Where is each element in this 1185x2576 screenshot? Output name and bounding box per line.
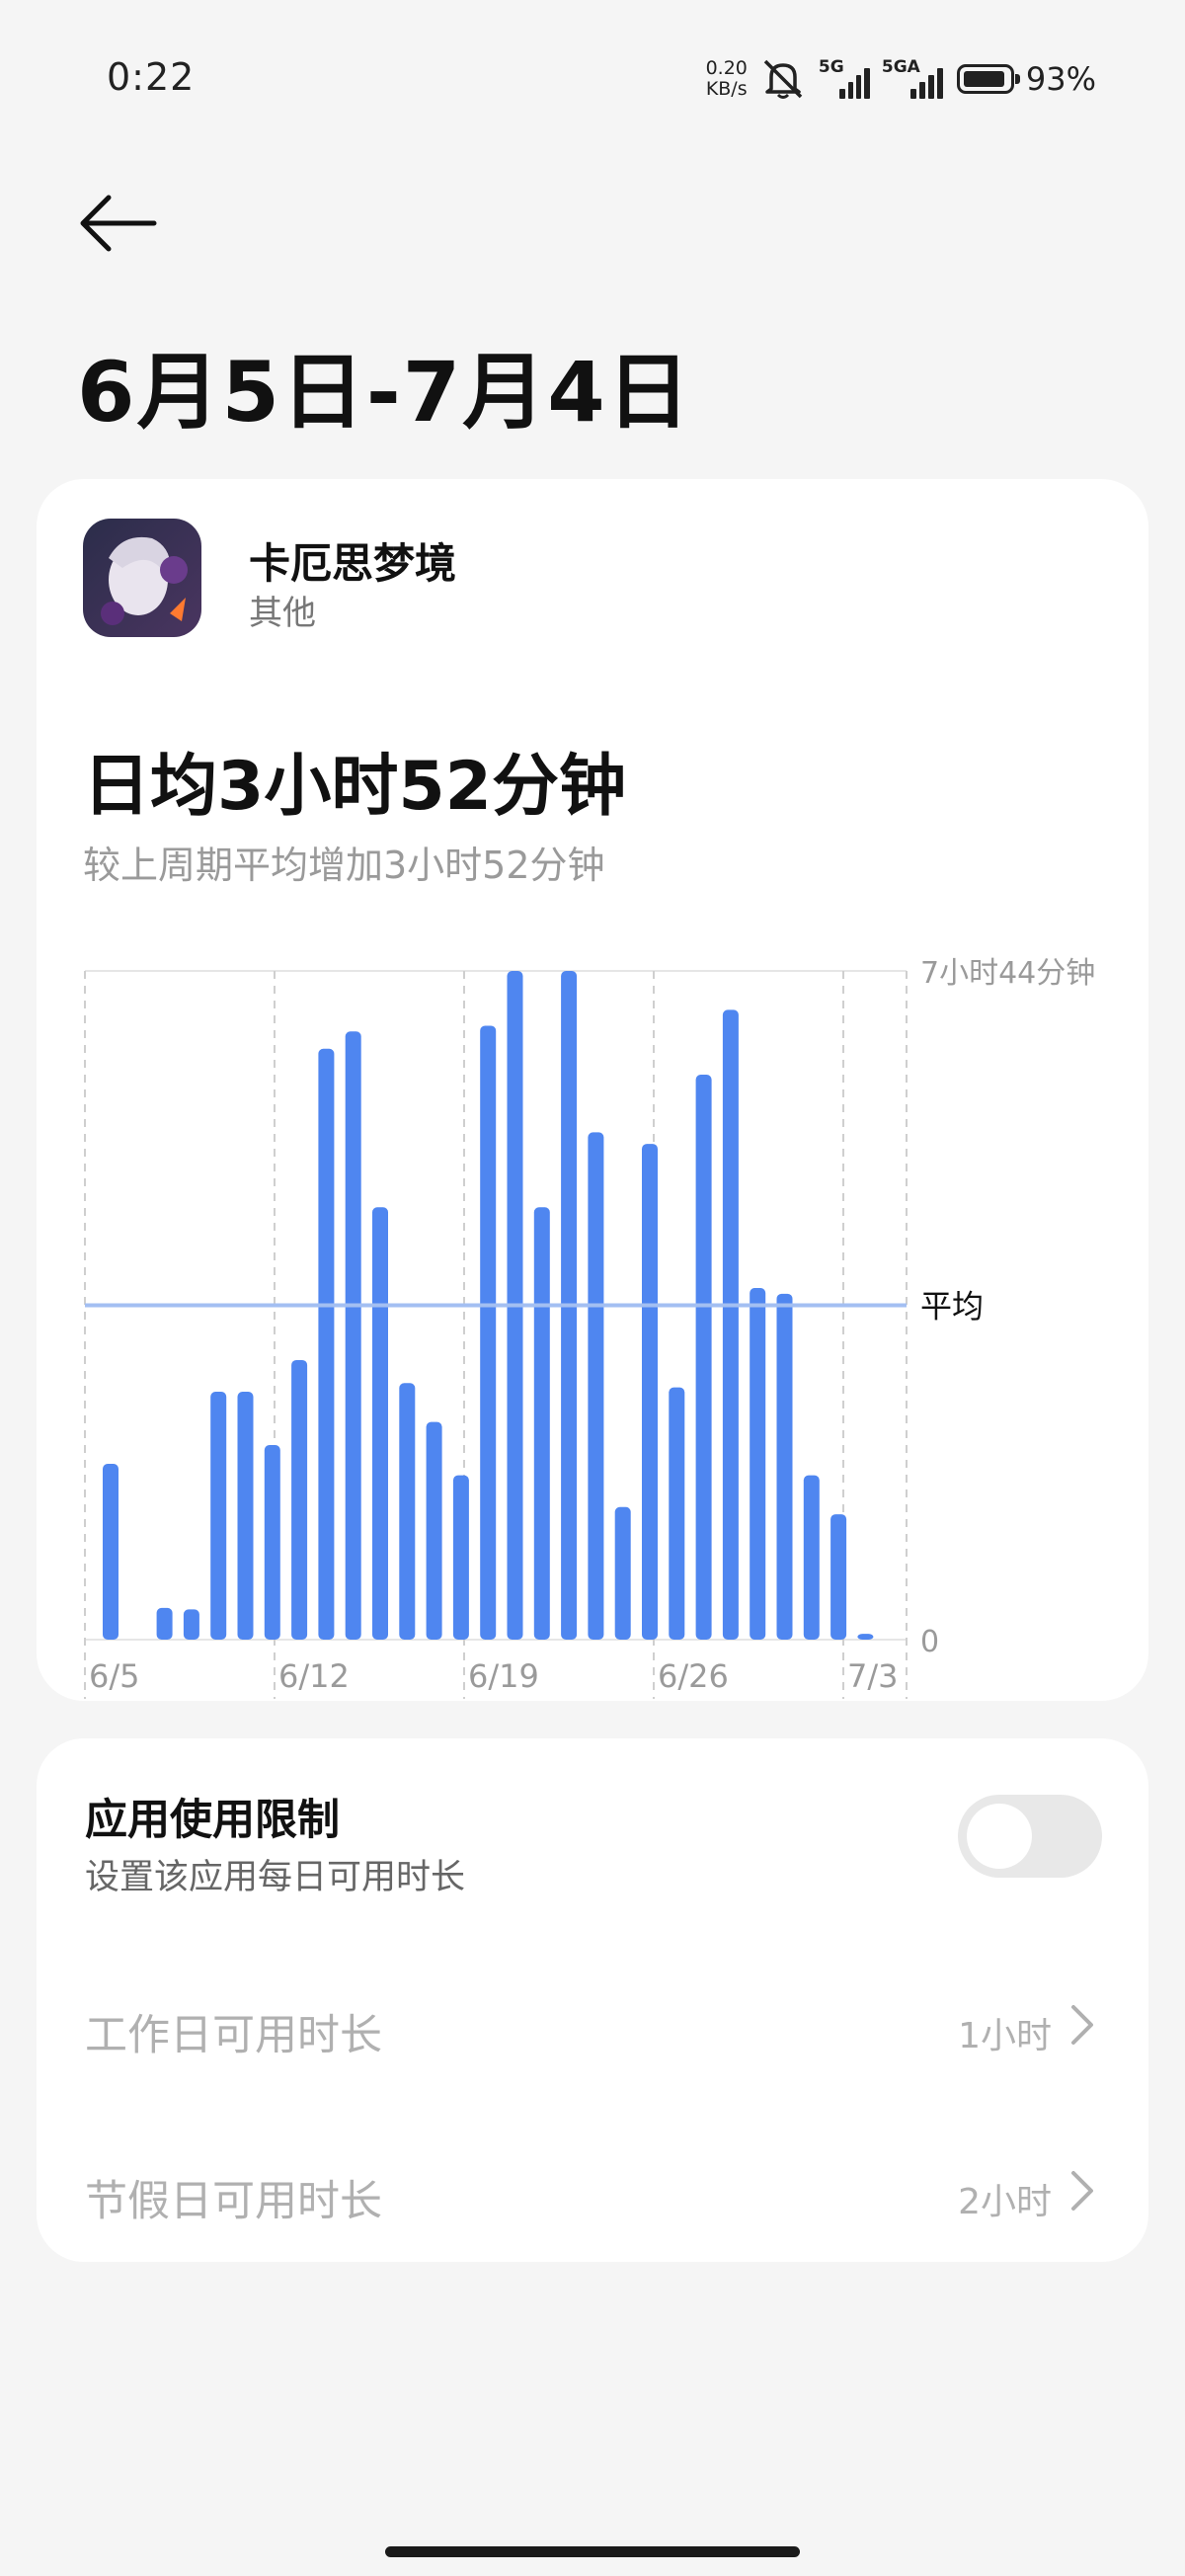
- x-tick-label: 6/19: [468, 1657, 539, 1695]
- status-bar: 0:22 0.20 KB/s 5G 5GA 93%: [0, 0, 1185, 158]
- network-speed-value: 0.20: [705, 57, 748, 79]
- status-icons: 0.20 KB/s 5G 5GA 93%: [706, 51, 1096, 107]
- chart-bar: [480, 1025, 497, 1640]
- chart-bar: [426, 1421, 442, 1640]
- chart-bar: [210, 1392, 227, 1640]
- chart-bar: [695, 1075, 712, 1640]
- workday-limit-value: 1小时: [958, 2016, 1052, 2056]
- battery-fill: [963, 71, 1004, 87]
- chart-bar: [156, 1607, 173, 1640]
- toggle-knob: [967, 1804, 1032, 1869]
- workday-limit-label: 工作日可用时长: [85, 2011, 382, 2060]
- signal-5ga-label: 5GA: [881, 57, 920, 77]
- battery-icon: [956, 64, 1020, 94]
- chart-bar: [857, 1634, 874, 1640]
- usage-card: 卡厄思梦境 其他 日均3小时52分钟 较上周期平均增加3小时52分钟 7小时44…: [37, 479, 1148, 1701]
- signal-5ga-icon: 5GA: [881, 57, 945, 99]
- signal-5g-label: 5G: [818, 57, 844, 77]
- x-tick-label: 6/12: [278, 1657, 350, 1695]
- chart-bar: [642, 1144, 658, 1640]
- chart-bar: [399, 1383, 416, 1640]
- holiday-limit-row[interactable]: 节假日可用时长 2小时: [37, 2132, 1148, 2250]
- chart-bar: [588, 1132, 604, 1640]
- workday-limit-row[interactable]: 工作日可用时长 1小时: [37, 1966, 1148, 2084]
- usage-limit-toggle[interactable]: [958, 1795, 1102, 1878]
- chart-bar: [830, 1514, 847, 1640]
- home-indicator[interactable]: [385, 2546, 800, 2557]
- chart-bar: [103, 1463, 118, 1640]
- chart-bar: [669, 1387, 685, 1640]
- x-tick-label: 6/26: [658, 1657, 729, 1695]
- chart-bar: [614, 1506, 631, 1640]
- chart-bar: [372, 1207, 388, 1640]
- usage-limit-title: 应用使用限制: [85, 1796, 340, 1845]
- signal-5g-icon: 5G: [818, 57, 870, 99]
- page-title: 6月5日-7月4日: [77, 344, 692, 441]
- chart-bar: [291, 1359, 308, 1640]
- holiday-limit-label: 节假日可用时长: [85, 2177, 382, 2226]
- limit-card: 应用使用限制 设置该应用每日可用时长 工作日可用时长 1小时 节假日可用时长 2…: [37, 1738, 1148, 2262]
- mute-bell-icon: [763, 59, 803, 99]
- chart-bar: [803, 1475, 820, 1640]
- chevron-right-icon: [1071, 2005, 1093, 2045]
- battery-percent: 93%: [1025, 60, 1096, 98]
- chart-bar: [264, 1445, 280, 1640]
- chart-bar: [345, 1031, 361, 1640]
- chart-bar: [237, 1392, 254, 1640]
- chart-bar: [533, 1207, 550, 1640]
- chart-bar: [452, 1475, 469, 1640]
- x-tick-label: 6/5: [89, 1657, 140, 1695]
- chart-bar: [776, 1293, 793, 1640]
- back-button[interactable]: [77, 188, 166, 259]
- chart-bar: [318, 1048, 335, 1640]
- y-axis-min-label: 0: [920, 1625, 939, 1659]
- chart-bar: [750, 1287, 766, 1640]
- chevron-right-icon: [1071, 2171, 1093, 2211]
- usage-chart: 7小时44分钟 0 平均 6/5 6/12 6/19 6/26 7/3: [84, 956, 1095, 1699]
- back-arrow-icon: [80, 195, 157, 252]
- x-tick-label: 7/3: [847, 1657, 899, 1695]
- chart-bar: [722, 1009, 739, 1640]
- network-speed: 0.20 KB/s: [706, 58, 748, 100]
- network-speed-unit: KB/s: [705, 78, 748, 100]
- holiday-limit-value: 2小时: [958, 2182, 1052, 2222]
- usage-limit-subtitle: 设置该应用每日可用时长: [85, 1858, 466, 1897]
- average-label: 平均: [920, 1288, 984, 1326]
- status-time: 0:22: [107, 55, 196, 99]
- chart-bar: [183, 1609, 199, 1640]
- y-axis-max-label: 7小时44分钟: [920, 956, 1095, 991]
